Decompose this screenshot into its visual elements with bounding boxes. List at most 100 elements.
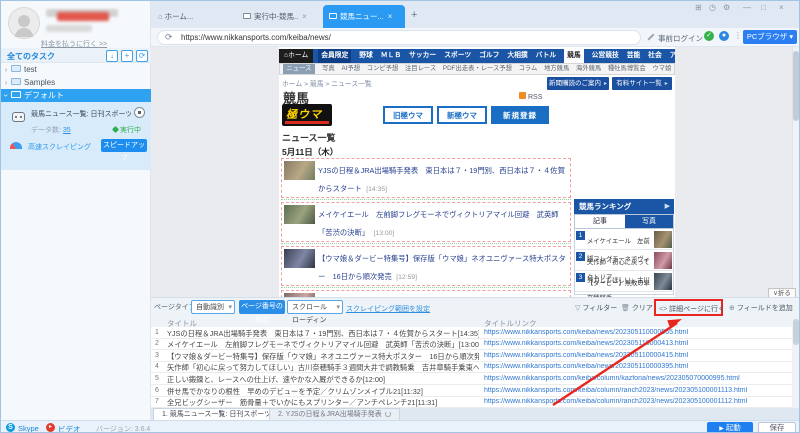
new-tab-button[interactable]: + bbox=[411, 9, 417, 21]
nav-item[interactable]: 芸能 bbox=[627, 49, 641, 63]
grid-menu-icon[interactable]: ⊞ bbox=[695, 3, 702, 12]
import-task-icon[interactable]: ↓ bbox=[106, 50, 118, 62]
nav-item[interactable]: 大相撲 bbox=[507, 49, 527, 63]
subnav-item[interactable]: 海外競馬 bbox=[576, 64, 601, 74]
sidebar-item-samples[interactable]: › Samples bbox=[1, 76, 151, 89]
subnav-item[interactable]: AI予想 bbox=[341, 64, 360, 74]
tab-home[interactable]: ⌂ ホーム... bbox=[152, 5, 232, 28]
table-row[interactable]: 5 正しい鍛錬と、レースへの仕上げ、速やかな入厩ができるか[12:00] htt… bbox=[151, 373, 792, 385]
cell-title[interactable]: YJSの日程＆JRA出場騎手発表 東日本は７・19門別、西日本は７・４佐賀からス… bbox=[167, 329, 479, 339]
history-icon[interactable]: ◷ bbox=[709, 3, 716, 12]
subnav-item-news-active[interactable]: ニュース bbox=[282, 64, 316, 74]
prelogin-label[interactable]: 事前ログイン bbox=[658, 33, 703, 44]
subnav-item[interactable]: 種牡馬博覧会 bbox=[608, 64, 646, 74]
page-number-button[interactable]: ページ番号の設定 bbox=[239, 300, 285, 324]
nav-item-keiba-active[interactable]: 競馬 bbox=[564, 49, 584, 63]
skype-link[interactable]: Skype bbox=[18, 424, 39, 432]
add-field-button[interactable]: ⊕ フィールドを追加 bbox=[729, 303, 793, 313]
ranking-item[interactable]: 1 メイケイエール 左前脚フレグモーネでヴィクトリア… bbox=[575, 229, 673, 281]
breadcrumb[interactable]: ホーム > 競馬 > ニュース一覧 bbox=[282, 78, 372, 88]
more-options-icon[interactable]: ⋮ bbox=[734, 31, 742, 40]
nav-item[interactable]: 社会 bbox=[648, 49, 662, 63]
stop-task-button[interactable] bbox=[134, 107, 145, 118]
nav-item[interactable]: 会員限定 bbox=[318, 49, 352, 63]
cell-link[interactable]: https://www.nikkansports.com/keiba/news/… bbox=[484, 340, 784, 347]
close-window-button[interactable]: × bbox=[779, 3, 784, 12]
filter-button[interactable]: ▽ フィルター bbox=[575, 303, 617, 313]
tab-running-keiba[interactable]: 実行中-競馬.. × bbox=[237, 5, 321, 28]
cell-link[interactable]: https://www.nikkansports.com/keiba/news/… bbox=[484, 329, 784, 336]
cell-title[interactable]: メイケイエール 左前脚フレグモーネでヴィクトリアマイル回避 武英師「苦渋の決断」… bbox=[167, 340, 479, 350]
subnav-item[interactable]: 地方競馬 bbox=[544, 64, 569, 74]
ranking-header[interactable]: 競馬ランキング ▶ bbox=[574, 199, 674, 214]
cell-link[interactable]: https://www.nikkansports.com/keiba/colum… bbox=[484, 398, 784, 405]
ranking-item[interactable]: 2 矢作師「初心に戻って努力してほしい」古川奈穂騎手… bbox=[575, 250, 673, 302]
run-button[interactable]: ▶ 起動 bbox=[707, 422, 753, 432]
scraping-range-link[interactable]: スクレイピング範囲を設定 bbox=[346, 304, 430, 314]
page-tab-2[interactable]: 2. YJSの日程＆JRA出場騎手発表 bbox=[269, 408, 400, 420]
auto-detect-dropdown[interactable]: 自動識別 bbox=[191, 300, 235, 314]
close-icon[interactable]: × bbox=[388, 12, 393, 21]
news-title[interactable]: YJSの日程＆JRA出場騎手発表 東日本は７・19門別、西日本は７・４佐賀からス… bbox=[318, 166, 565, 193]
data-count-value[interactable]: 35 bbox=[63, 127, 71, 134]
page-tab-1-active[interactable]: 1. 競馬ニュース一覧: 日刊スポーツ bbox=[153, 408, 281, 420]
refresh-tasks-icon[interactable]: ⟳ bbox=[136, 50, 148, 62]
old-gokuuma-button[interactable]: 旧極ウマ bbox=[383, 106, 433, 124]
paid-sites-button[interactable]: 有料サイト一覧 ▸ bbox=[612, 77, 672, 90]
status-green-icon[interactable]: ✓ bbox=[704, 31, 714, 41]
news-title[interactable]: 【ウマ娘＆ダービー特集号】保存版「ウマ娘」ネオユニヴァース特大ポスター 16日か… bbox=[318, 254, 566, 281]
avatar[interactable] bbox=[8, 7, 40, 39]
cell-title[interactable]: 正しい鍛錬と、レースへの仕上げ、速やかな入厩ができるか[12:00] bbox=[167, 375, 479, 385]
task-title[interactable]: 競馬ニュース一覧: 日刊スポーツ-スクレイ... bbox=[31, 109, 131, 119]
subnav-item[interactable]: 写真 bbox=[322, 64, 335, 74]
url-text[interactable]: https://www.nikkansports.com/keiba/news/ bbox=[181, 33, 621, 42]
cell-link[interactable]: https://www.nikkansports.com/keiba/news/… bbox=[484, 352, 784, 359]
cell-title[interactable]: 併せ馬でかなりの根性 早めのデビューを予定／クリムゾンメイブル21[11:32] bbox=[167, 387, 479, 397]
save-button[interactable]: 保存 bbox=[758, 422, 796, 432]
settings-gear-icon[interactable]: ⚙ bbox=[723, 3, 730, 12]
subnav-item[interactable]: コンピ予想 bbox=[367, 64, 398, 74]
speed-up-button[interactable]: スピードアップ bbox=[101, 139, 147, 162]
subnav-item[interactable]: PDF出走表・レース予想 bbox=[443, 64, 512, 74]
cell-title[interactable]: 全兄ビッグシーザー 筋骨量＋でいかにもスプリンター／アンチペレンチ21[11:3… bbox=[167, 398, 479, 408]
rss-link[interactable]: RSS bbox=[519, 92, 542, 101]
site-home-tab[interactable]: ⌂ホーム bbox=[279, 49, 314, 63]
cell-link[interactable]: https://www.nikkansports.com/keiba/colum… bbox=[484, 387, 784, 394]
register-button[interactable]: 新規登録 bbox=[491, 106, 549, 124]
nav-item[interactable]: 野球 bbox=[359, 49, 373, 63]
news-item[interactable]: 【ウマ娘＆ダービー特集号】保存版「ウマ娘」ネオユニヴァース特大ポスター 16日か… bbox=[281, 246, 571, 286]
scrollbar-thumb[interactable] bbox=[793, 51, 799, 121]
subscribe-button[interactable]: 新聞購読のご案内 ▸ bbox=[547, 77, 609, 90]
tab-photos[interactable]: 写真 bbox=[624, 215, 674, 228]
table-scrollbar-thumb[interactable] bbox=[793, 319, 799, 345]
sidebar-item-default[interactable]: › デフォルト bbox=[1, 89, 151, 102]
cell-link[interactable]: https://www.nikkansports.com/keiba/colum… bbox=[484, 375, 784, 382]
table-row[interactable]: 7 全兄ビッグシーザー 筋骨量＋でいかにもスプリンター／アンチペレンチ21[11… bbox=[151, 396, 792, 408]
edit-url-icon[interactable] bbox=[646, 32, 656, 42]
video-link[interactable]: ビデオ bbox=[58, 424, 81, 432]
subnav-item[interactable]: ウマ娘 bbox=[652, 64, 671, 74]
nav-item[interactable]: サッカー bbox=[409, 49, 436, 63]
ranking-item[interactable]: 3 【ダービー】無敗の皐月賞馬ソールオリエンス11秒… bbox=[575, 271, 673, 323]
sidebar-item-test[interactable]: › test bbox=[1, 63, 151, 76]
table-row[interactable]: 4 矢作師「初心に戻って努力してほしい」古川奈穂騎手３週間大井で調教騎乗 吉井章… bbox=[151, 361, 792, 374]
go-to-detail-page-button[interactable]: <> 詳細ページに行く bbox=[659, 304, 725, 314]
subnav-item[interactable]: コラム bbox=[519, 64, 538, 74]
new-task-icon[interactable]: + bbox=[121, 50, 133, 62]
table-row[interactable]: 3 【ウマ娘＆ダービー特集号】保存版「ウマ娘」ネオユニヴァース特大ポスター 16… bbox=[151, 350, 792, 362]
nav-item[interactable]: 公営競技 bbox=[592, 49, 619, 63]
table-row[interactable]: 2 メイケイエール 左前脚フレグモーネでヴィクトリアマイル回避 武英師「苦渋の決… bbox=[151, 338, 792, 351]
news-item[interactable]: 矢作師「初心に戻って努力してほしい」古川奈穂騎手３週間大井で調教騎乗 吉井章騎手… bbox=[281, 290, 571, 297]
nav-item[interactable]: スポーツ bbox=[444, 49, 471, 63]
close-icon[interactable]: × bbox=[302, 12, 307, 21]
refresh-icon[interactable]: ⟳ bbox=[165, 32, 175, 42]
table-row[interactable]: 1 YJSの日程＆JRA出場騎手発表 東日本は７・19門別、西日本は７・４佐賀か… bbox=[151, 327, 792, 339]
cell-link[interactable]: https://www.nikkansports.com/keiba/news/… bbox=[484, 363, 784, 370]
scroll-loading-dropdown[interactable]: スクロールローディン bbox=[287, 300, 343, 324]
news-item[interactable]: メイケイエール 左前脚フレグモーネでヴィクトリアマイル回避 武英師「苦渋の決断」… bbox=[281, 202, 571, 242]
new-gokuuma-button[interactable]: 新極ウマ bbox=[437, 106, 487, 124]
news-item[interactable]: YJSの日程＆JRA出場騎手発表 東日本は７・19門別、西日本は７・４佐賀からス… bbox=[281, 158, 571, 198]
pc-browser-button[interactable]: PCブラウザ ▾ bbox=[743, 30, 797, 44]
minimize-button[interactable]: — bbox=[743, 3, 751, 12]
maximize-button[interactable]: □ bbox=[761, 3, 766, 12]
